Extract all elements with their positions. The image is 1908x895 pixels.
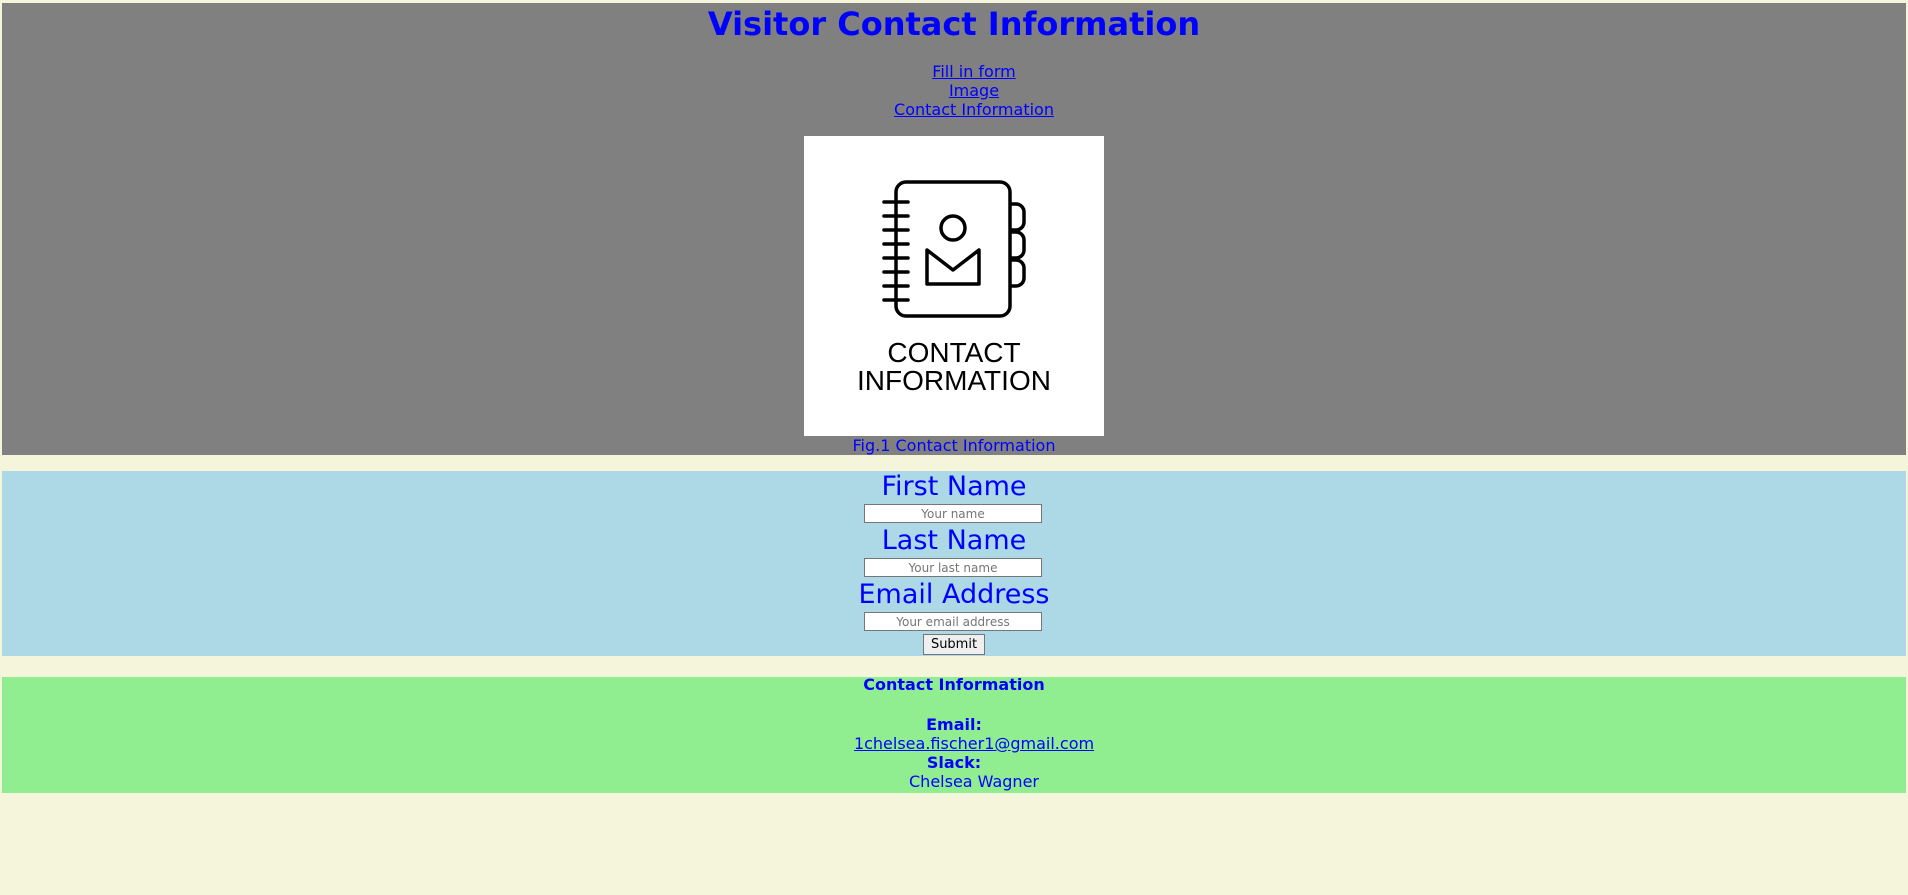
first-name-label: First Name	[881, 471, 1027, 502]
page: Visitor Contact Information Fill in form…	[0, 0, 1908, 895]
submit-button[interactable]: Submit	[923, 634, 985, 655]
figure-caption: Fig.1 Contact Information	[852, 436, 1056, 455]
contact-slack-value: Chelsea Wagner	[909, 772, 1039, 791]
email-address-input[interactable]	[864, 612, 1042, 631]
nav-link-image[interactable]: Image	[2, 81, 1908, 100]
contact-slack-label: Slack:	[926, 753, 982, 772]
nav-link-fill-in-form[interactable]: Fill in form	[2, 62, 1908, 81]
visitor-form: First Name Last Name Email Address Submi…	[2, 471, 1906, 656]
contact-information-image: CONTACT INFORMATION	[804, 136, 1104, 436]
last-name-label: Last Name	[881, 525, 1027, 556]
contact-email-label: Email:	[926, 715, 982, 734]
contact-heading: Contact Information	[863, 675, 1045, 694]
email-address-label: Email Address	[858, 579, 1050, 610]
nav-link-contact-information[interactable]: Contact Information	[2, 100, 1908, 119]
nav-links: Fill in form Image Contact Information	[2, 62, 1908, 119]
address-book-icon: CONTACT INFORMATION	[857, 180, 1051, 396]
page-title: Visitor Contact Information	[707, 5, 1201, 43]
contact-information-section: Contact Information Email: 1chelsea.fisc…	[2, 675, 1906, 793]
first-name-input[interactable]	[864, 504, 1042, 523]
header-section: Visitor Contact Information Fill in form…	[2, 3, 1906, 455]
contact-email-link[interactable]: 1chelsea.fischer1@gmail.com	[854, 734, 1094, 753]
last-name-input[interactable]	[864, 558, 1042, 577]
image-text-line2: INFORMATION	[857, 365, 1051, 396]
image-text-line1: CONTACT	[887, 337, 1020, 368]
